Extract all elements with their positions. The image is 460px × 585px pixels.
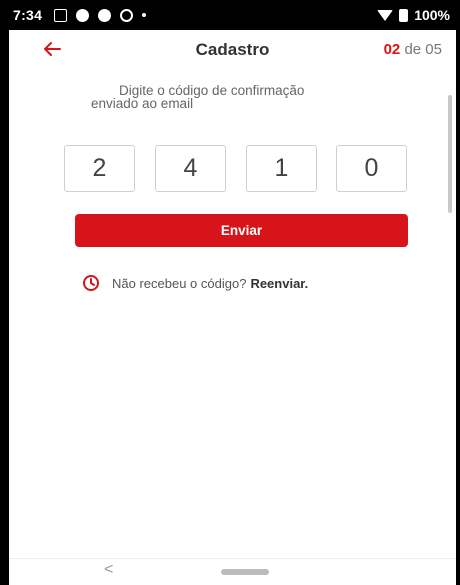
code-digit-4[interactable]: 0 <box>336 145 407 192</box>
confirmation-code-inputs: 2 4 1 0 <box>64 145 420 193</box>
notification-app-icon <box>76 8 90 22</box>
instruction-text: Digite o código de confirmação enviado a… <box>84 84 384 111</box>
scrollbar[interactable] <box>448 95 452 213</box>
send-button[interactable]: Enviar <box>75 214 408 247</box>
status-bar: 7:34 100% <box>9 0 456 30</box>
notification-sync-icon <box>120 8 134 22</box>
battery-level: 100% <box>414 7 450 23</box>
battery-icon <box>399 8 409 22</box>
instruction-line-2: enviado ao email <box>91 96 194 111</box>
step-indicator: 02 de 05 <box>384 41 442 58</box>
code-digit-3[interactable]: 1 <box>246 145 317 192</box>
more-notifications-dot-icon <box>142 13 147 17</box>
status-right: 100% <box>377 7 450 23</box>
resend-row: Não recebeu o código? Reenviar. <box>82 274 308 292</box>
resend-prompt: Não recebeu o código? <box>112 275 247 291</box>
code-digit-1[interactable]: 2 <box>64 145 135 192</box>
code-digit-2[interactable]: 4 <box>155 145 226 192</box>
clock-icon <box>83 275 99 291</box>
device-bezel-right <box>456 0 460 585</box>
nav-back-button[interactable]: < <box>104 561 113 579</box>
device-bezel-left <box>0 0 9 585</box>
resend-link[interactable]: Reenviar. <box>250 276 308 291</box>
app-header: Cadastro 02 de 05 <box>9 30 456 70</box>
step-total: de 05 <box>400 41 442 58</box>
app-screen: 7:34 100% Cadastro 02 de 05 Digite o cód… <box>0 0 460 585</box>
notification-icons <box>54 8 147 22</box>
system-nav-bar: < <box>9 558 456 585</box>
notification-box-icon <box>54 8 68 22</box>
nav-home-pill[interactable] <box>221 569 269 575</box>
notification-info-icon <box>98 8 112 22</box>
step-current: 02 <box>383 41 401 58</box>
status-time: 7:34 <box>13 7 43 23</box>
wifi-icon <box>377 9 394 21</box>
